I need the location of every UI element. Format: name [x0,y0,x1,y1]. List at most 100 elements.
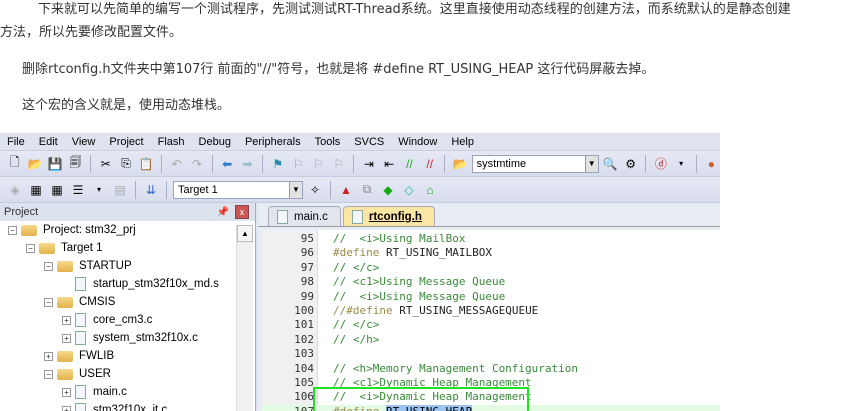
tree-item[interactable]: − Target 1 [0,239,255,257]
code-line: 103 [262,347,720,361]
incremental-find-icon[interactable]: ⚙ [622,156,639,172]
line-number: 99 [300,289,314,303]
code-line: 101 // </c> [262,318,720,332]
forward-arrow-icon[interactable]: ➡ [239,156,256,172]
menu-svcs[interactable]: SVCS [347,136,391,148]
bookmark-icon[interactable]: ⚑ [269,156,286,172]
menu-debug[interactable]: Debug [192,136,238,148]
tree-item[interactable]: + stm32f10x_it.c [0,401,255,411]
menu-tools[interactable]: Tools [308,136,348,148]
tree-item[interactable]: + system_stm32f10x.c [0,329,255,347]
code-line: 100 //#define RT_USING_MESSAGEQUEUE [262,304,720,318]
code-line: 96 #define RT_USING_MAILBOX [262,246,720,260]
build-icon[interactable]: ▦ [27,182,45,198]
comment-icon[interactable]: // [401,156,418,172]
scroll-up-icon[interactable]: ▲ [237,225,253,242]
close-icon[interactable]: x [235,205,249,219]
back-arrow-icon[interactable]: ⬅ [219,156,236,172]
manage-components-icon[interactable]: ▲ [337,182,355,198]
find-combo[interactable]: systmtime ▼ [471,154,599,173]
scrollbar[interactable]: ▲ [236,225,253,411]
copy-icon[interactable]: ⎘ [117,156,134,172]
menu-file[interactable]: File [0,136,32,148]
tree-item[interactable]: − CMSIS [0,293,255,311]
tree-item[interactable]: startup_stm32f10x_md.s [0,275,255,293]
file-icon [277,209,288,224]
cut-icon[interactable]: ✂ [97,156,114,172]
save-icon[interactable]: 💾 [47,156,64,172]
tree-item-label: USER [79,368,111,380]
code-view[interactable]: 95 // <i>Using MailBox 96 #define RT_USING_… [262,230,720,411]
expand-toggle[interactable]: − [44,261,53,271]
tree-item-label: CMSIS [79,296,116,308]
pin-icon[interactable]: 📌 [217,207,229,218]
menu-view[interactable]: View [65,136,103,148]
keyword: //#define [333,303,393,317]
file-icon [75,277,86,291]
save-all-icon[interactable]: 🗐 [67,155,84,172]
stop-build-icon[interactable]: ▤ [111,182,129,198]
folder-icon [39,242,55,254]
menu-window[interactable]: Window [391,136,444,148]
menu-flash[interactable]: Flash [151,136,192,148]
code-line: 97 // </c> [262,261,720,275]
code-line: 102 // </h> [262,333,720,347]
line-text: // <c1>Using Message Queue [333,275,506,289]
expand-toggle[interactable]: − [26,243,35,253]
expand-toggle[interactable]: − [44,369,53,379]
project-panel-title: Project [4,206,39,218]
menu-project[interactable]: Project [102,136,150,148]
expand-toggle[interactable]: + [62,387,71,397]
file-extensions-icon[interactable]: ⧉ [358,182,376,198]
select-pack-icon[interactable]: ⌂ [421,182,439,198]
chevron-down-icon[interactable]: ▾ [90,182,108,198]
tree-item[interactable]: + core_cm3.c [0,311,255,329]
menu-edit[interactable]: Edit [32,136,65,148]
next-bookmark-icon[interactable]: ⚐ [310,156,327,172]
chevron-down-icon[interactable]: ▼ [289,181,302,198]
chevron-down-icon[interactable]: ▾ [673,156,690,172]
tree-item[interactable]: − STARTUP [0,257,255,275]
run-time-environment-icon[interactable]: ◆ [379,182,397,198]
batch-build-icon[interactable]: ☰ [69,182,87,198]
menu-peripherals[interactable]: Peripherals [238,136,308,148]
uncomment-icon[interactable]: // [421,156,438,172]
tab-label: rtconfig.h [368,210,422,223]
chevron-down-icon[interactable]: ▼ [584,155,598,172]
prev-bookmark-icon[interactable]: ⚐ [289,156,306,172]
expand-toggle[interactable]: − [8,225,17,235]
find-icon[interactable]: 🔍 [602,156,619,172]
pack-installer-icon[interactable]: ◇ [400,182,418,198]
expand-toggle[interactable]: + [62,315,71,325]
expand-toggle[interactable]: − [44,297,53,307]
new-file-icon[interactable]: 🗋 [6,155,23,172]
undo-icon[interactable]: ↶ [168,156,185,172]
expand-toggle[interactable]: + [44,351,53,361]
line-number: 102 [294,332,314,346]
download-load-icon[interactable]: ⇊ [142,182,160,198]
redo-icon[interactable]: ↷ [188,156,205,172]
clear-bookmarks-icon[interactable]: ⚐ [330,156,347,172]
paste-icon[interactable]: 📋 [138,156,155,172]
find-in-files-icon[interactable]: 📂 [451,156,468,172]
indent-icon[interactable]: ⇥ [360,156,377,172]
debug-session-icon[interactable]: ⓓ [652,156,669,172]
tree-item[interactable]: − Project: stm32_prj [0,221,255,239]
unindent-icon[interactable]: ⇤ [381,156,398,172]
expand-toggle[interactable]: + [62,333,71,343]
translate-icon[interactable]: ◈ [6,182,24,198]
rebuild-icon[interactable]: ▦ [48,182,66,198]
target-combo[interactable]: Target 1 ▼ [173,180,303,199]
tab-rtconfig-h[interactable]: rtconfig.h [342,206,435,226]
folder-icon [57,296,73,308]
tree-item-label: system_stm32f10x.c [93,332,198,344]
tree-item[interactable]: − USER [0,365,255,383]
open-folder-icon[interactable]: 📂 [26,156,43,172]
expand-toggle[interactable]: + [62,405,71,411]
menu-help[interactable]: Help [444,136,481,148]
target-options-icon[interactable]: ✧ [306,182,324,198]
tree-item[interactable]: + FWLIB [0,347,255,365]
tab-main-c[interactable]: main.c [268,206,341,226]
settings-icon[interactable]: ● [703,156,720,172]
tree-item[interactable]: + main.c [0,383,255,401]
